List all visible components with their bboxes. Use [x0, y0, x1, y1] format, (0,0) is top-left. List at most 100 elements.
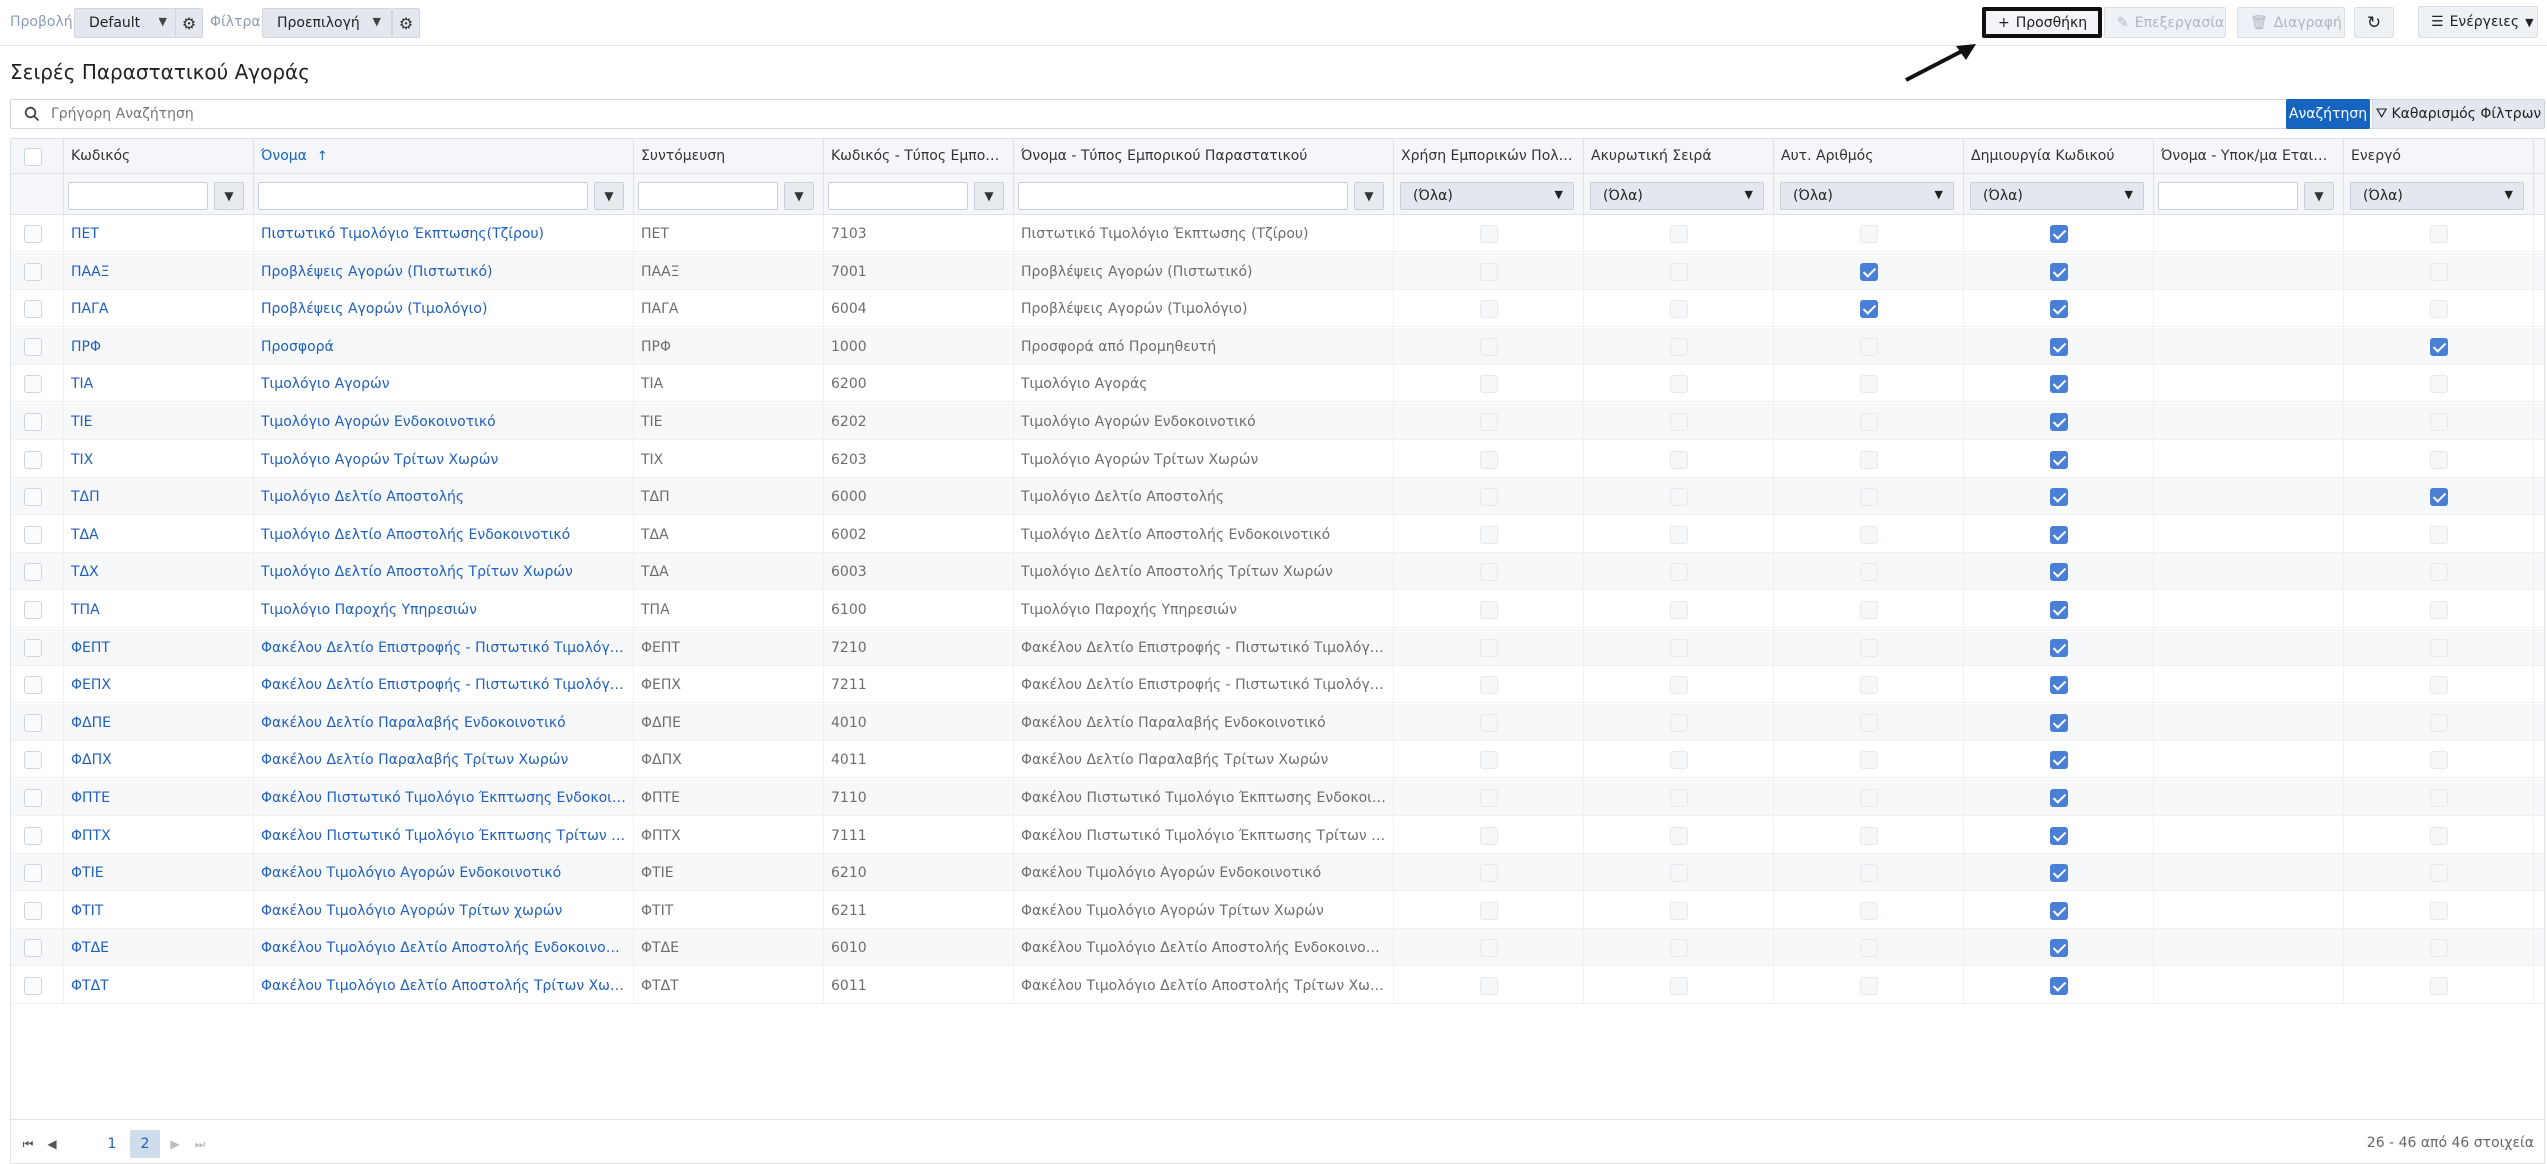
header-use-policies[interactable]: Χρήση Εμπορικών Πολιτικών: [1394, 139, 1584, 174]
prev-page-button[interactable]: ◀: [41, 1130, 63, 1158]
filter-cancel-series-select[interactable]: (Όλα) ▼: [1590, 182, 1764, 210]
cell-name[interactable]: Πιστωτικό Τιμολόγιο Έκπτωσης(Τζίρου): [254, 215, 634, 252]
table-row[interactable]: ΦΠΤΧ Φακέλου Πιστωτικό Τιμολόγιο Έκπτωσης…: [11, 816, 2544, 854]
cell-code[interactable]: ΦΤΔΤ: [64, 967, 254, 1004]
cell-name[interactable]: Τιμολόγιο Δελτίο Αποστολής: [254, 478, 634, 516]
cell-code[interactable]: ΤΙΕ: [64, 403, 254, 440]
table-row[interactable]: ΠΡΦ Προσφορά ΠΡΦ 1000 Προσφορά από Προμηθευτ…: [11, 327, 2544, 365]
cell-name[interactable]: Τιμολόγιο Αγορών: [254, 365, 634, 403]
cell-name[interactable]: Φακέλου Δελτίο Παραλαβής Ενδοκοινοτικό: [254, 703, 634, 741]
refresh-button[interactable]: ↻: [2354, 7, 2394, 38]
table-row[interactable]: ΤΔΑ Τιμολόγιο Δελτίο Αποστολής Ενδοκοινοτ…: [11, 515, 2544, 553]
table-row[interactable]: ΤΙΑ Τιμολόγιο Αγορών ΤΙΑ 6200 Τιμολόγιο Αγορ…: [11, 365, 2544, 403]
row-select-checkbox[interactable]: [24, 601, 42, 619]
filter-type-code-button[interactable]: ▼: [974, 182, 1004, 210]
search-button[interactable]: Αναζήτηση: [2286, 99, 2370, 129]
page-1-button[interactable]: 1: [97, 1130, 127, 1158]
table-row[interactable]: ΦΔΠΕ Φακέλου Δελτίο Παραλαβής Ενδοκοινοτι…: [11, 703, 2544, 741]
table-row[interactable]: ΦΕΠΧ Φακέλου Δελτίο Επιστροφής - Πιστωτικ…: [11, 666, 2544, 704]
cell-name[interactable]: Τιμολόγιο Αγορών Ενδοκοινοτικό: [254, 403, 634, 440]
table-row[interactable]: ΤΙΧ Τιμολόγιο Αγορών Τρίτων Χωρών ΤΙΧ 6203 Τ…: [11, 440, 2544, 478]
header-create-code[interactable]: Δημιουργία Κωδικού: [1964, 139, 2154, 174]
edit-button[interactable]: ✎ Επεξεργασία: [2104, 7, 2226, 38]
row-select-checkbox[interactable]: [24, 563, 42, 582]
row-select-checkbox[interactable]: [24, 337, 42, 356]
cell-code[interactable]: ΤΔΧ: [64, 553, 254, 591]
cell-name[interactable]: Φακέλου Δελτίο Παραλαβής Τρίτων Χωρών: [254, 741, 634, 779]
row-select-checkbox[interactable]: [24, 713, 42, 732]
row-select-checkbox[interactable]: [24, 977, 42, 995]
table-row[interactable]: ΦΤΔΕ Φακέλου Τιμολόγιο Δελτίο Αποστολής Ε…: [11, 929, 2544, 967]
page-2-button[interactable]: 2: [130, 1130, 160, 1158]
table-row[interactable]: ΦΠΤΕ Φακέλου Πιστωτικό Τιμολόγιο Έκπτωσης…: [11, 779, 2544, 816]
cell-name[interactable]: Φακέλου Τιμολόγιο Δελτίο Αποστολής Ενδοκ…: [254, 929, 634, 967]
cell-name[interactable]: Φακέλου Δελτίο Επιστροφής - Πιστωτικό Τι…: [254, 628, 634, 666]
row-select-checkbox[interactable]: [24, 751, 42, 770]
row-select-checkbox[interactable]: [24, 939, 42, 958]
cell-code[interactable]: ΠΑΑΞ: [64, 252, 254, 290]
filter-branch-name-input[interactable]: [2158, 182, 2298, 210]
table-row[interactable]: ΦΕΠΤ Φακέλου Δελτίο Επιστροφής - Πιστωτικ…: [11, 628, 2544, 666]
table-row[interactable]: ΤΙΕ Τιμολόγιο Αγορών Ενδοκοινοτικό ΤΙΕ 6202…: [11, 403, 2544, 440]
cell-code[interactable]: ΤΙΧ: [64, 440, 254, 478]
actions-menu-button[interactable]: ☰ Ενέργειες ▼: [2418, 6, 2538, 38]
row-select-checkbox[interactable]: [24, 676, 42, 695]
cell-name[interactable]: Προσφορά: [254, 327, 634, 365]
row-select-checkbox[interactable]: [24, 826, 42, 845]
table-row[interactable]: ΤΔΠ Τιμολόγιο Δελτίο Αποστολής ΤΔΠ 6000 Τιμο…: [11, 478, 2544, 516]
filter-settings-button[interactable]: ⚙: [392, 8, 420, 38]
table-row[interactable]: ΦΔΠΧ Φακέλου Δελτίο Παραλαβής Τρίτων Χωρώ…: [11, 741, 2544, 779]
cell-code[interactable]: ΤΔΠ: [64, 478, 254, 516]
filter-branch-name-button[interactable]: ▼: [2304, 182, 2334, 210]
cell-name[interactable]: Τιμολόγιο Παροχής Υπηρεσιών: [254, 591, 634, 628]
table-row[interactable]: ΠΑΑΞ Προβλέψεις Αγορών (Πιστωτικό) ΠΑΑΞ 700…: [11, 252, 2544, 290]
header-branch-name[interactable]: Όνομα - Υποκ/μα Εταιρίας: [2154, 139, 2344, 174]
row-select-checkbox[interactable]: [24, 375, 42, 394]
row-select-checkbox[interactable]: [24, 789, 42, 807]
header-abbr[interactable]: Συντόμευση: [634, 139, 824, 174]
cell-code[interactable]: ΦΔΠΕ: [64, 703, 254, 741]
row-select-checkbox[interactable]: [24, 638, 42, 657]
filter-type-code-input[interactable]: [828, 182, 968, 210]
cell-code[interactable]: ΠΕΤ: [64, 215, 254, 252]
cell-code[interactable]: ΦΕΠΤ: [64, 628, 254, 666]
header-code[interactable]: Κωδικός: [64, 139, 254, 174]
filter-code-button[interactable]: ▼: [214, 182, 244, 210]
header-type-code[interactable]: Κωδικός - Τύπος Εμπορικού Παραστατικού: [824, 139, 1014, 174]
table-row[interactable]: ΠΕΤ Πιστωτικό Τιμολόγιο Έκπτωσης(Τζίρου) Π…: [11, 215, 2544, 252]
quick-search-input[interactable]: [51, 103, 2281, 125]
cell-name[interactable]: Προβλέψεις Αγορών (Πιστωτικό): [254, 252, 634, 290]
cell-name[interactable]: Τιμολόγιο Δελτίο Αποστολής Ενδοκοινοτικό: [254, 515, 634, 553]
row-select-checkbox[interactable]: [24, 901, 42, 920]
last-page-button[interactable]: ⏭: [189, 1130, 211, 1158]
cell-code[interactable]: ΠΑΓΑ: [64, 290, 254, 328]
table-row[interactable]: ΤΠΑ Τιμολόγιο Παροχής Υπηρεσιών ΤΠΑ 6100 Τιμ…: [11, 591, 2544, 628]
clear-filters-button[interactable]: ⛛ Καθαρισμός Φίλτρων: [2372, 99, 2545, 129]
row-select-checkbox[interactable]: [24, 525, 42, 544]
cell-code[interactable]: ΦΕΠΧ: [64, 666, 254, 704]
cell-code[interactable]: ΦΤΔΕ: [64, 929, 254, 967]
cell-code[interactable]: ΦΠΤΧ: [64, 816, 254, 854]
filter-name-button[interactable]: ▼: [594, 182, 624, 210]
table-row[interactable]: ΦΤΔΤ Φακέλου Τιμολόγιο Δελτίο Αποστολής Τ…: [11, 967, 2544, 1004]
row-select-checkbox[interactable]: [24, 262, 42, 281]
header-auto-number[interactable]: Αυτ. Αριθμός: [1774, 139, 1964, 174]
filter-type-name-button[interactable]: ▼: [1354, 182, 1384, 210]
cell-name[interactable]: Φακέλου Τιμολόγιο Αγορών Τρίτων χωρών: [254, 891, 634, 929]
table-row[interactable]: ΠΑΓΑ Προβλέψεις Αγορών (Τιμολόγιο) ΠΑΓΑ 600…: [11, 290, 2544, 328]
filter-abbr-button[interactable]: ▼: [784, 182, 814, 210]
cell-name[interactable]: Προβλέψεις Αγορών (Τιμολόγιο): [254, 290, 634, 328]
filter-abbr-input[interactable]: [638, 182, 778, 210]
cell-code[interactable]: ΦΠΤΕ: [64, 779, 254, 816]
filter-name-input[interactable]: [258, 182, 588, 210]
filter-code-input[interactable]: [68, 182, 208, 210]
select-all-checkbox[interactable]: [24, 148, 42, 166]
row-select-checkbox[interactable]: [24, 413, 42, 431]
table-row[interactable]: ΤΔΧ Τιμολόγιο Δελτίο Αποστολής Τρίτων Χωρ…: [11, 553, 2544, 591]
filter-select[interactable]: Προεπιλογή ▼: [262, 8, 392, 38]
cell-name[interactable]: Φακέλου Τιμολόγιο Δελτίο Αποστολής Τρίτω…: [254, 967, 634, 1004]
cell-code[interactable]: ΦΤΙΤ: [64, 891, 254, 929]
filter-create-code-select[interactable]: (Όλα) ▼: [1970, 182, 2144, 210]
cell-name[interactable]: Φακέλου Πιστωτικό Τιμολόγιο Έκπτωσης Τρί…: [254, 816, 634, 854]
cell-code[interactable]: ΤΙΑ: [64, 365, 254, 403]
